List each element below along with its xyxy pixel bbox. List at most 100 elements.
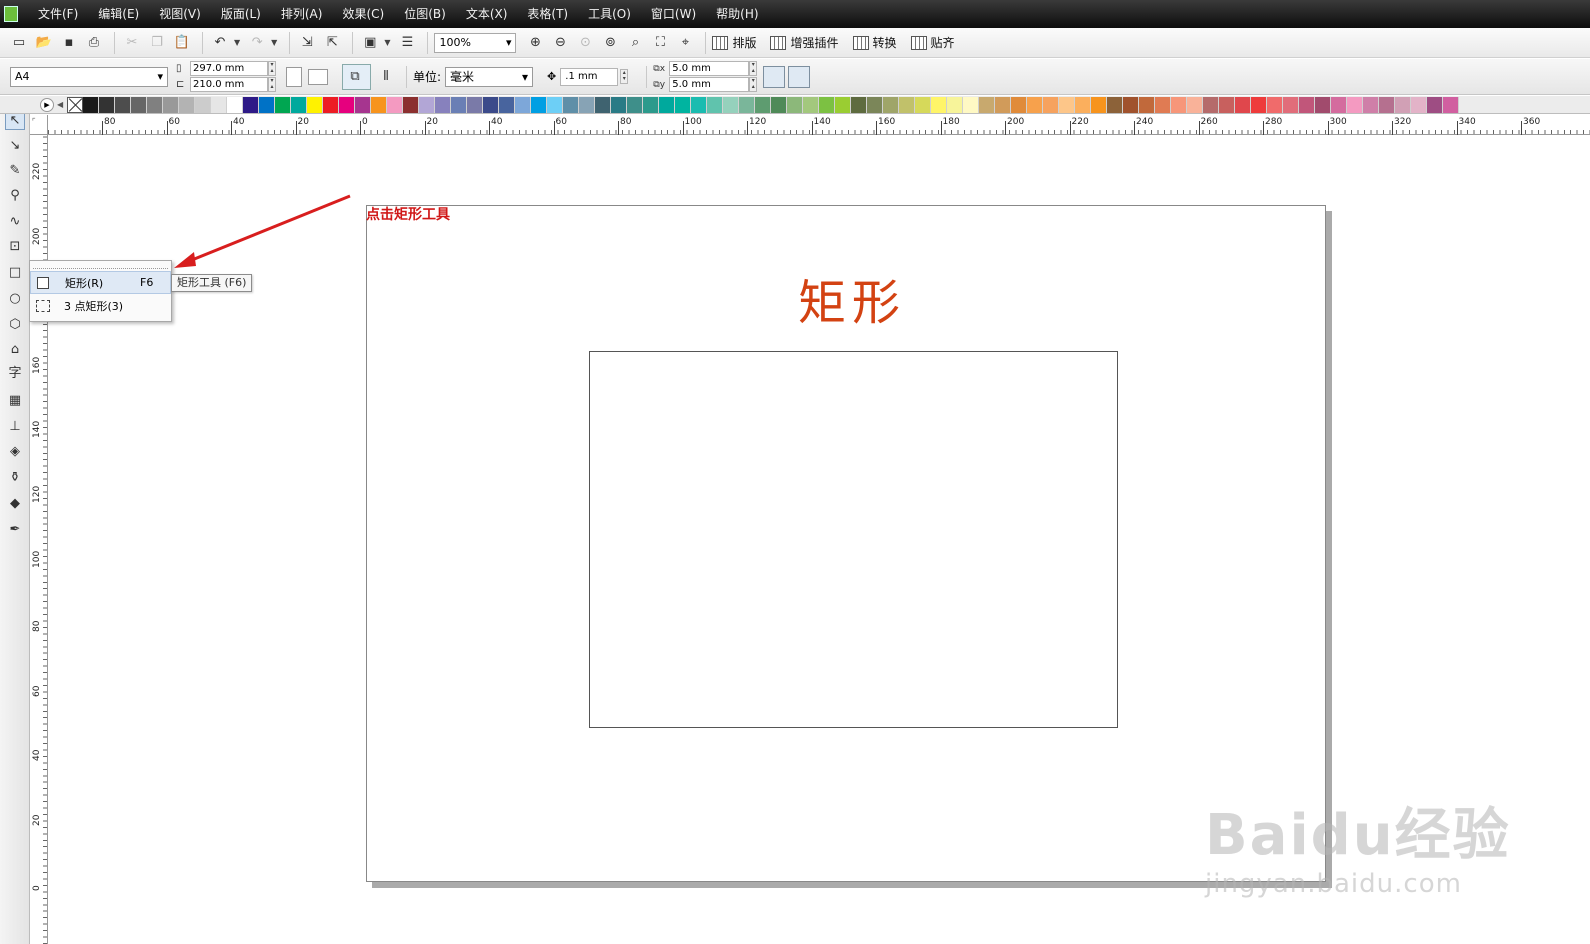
zoom-all-objects-icon[interactable]: ⊚ — [599, 32, 621, 54]
color-swatch[interactable] — [339, 96, 356, 113]
text-tool-icon[interactable]: 字 — [5, 364, 25, 384]
rectangle-object[interactable] — [589, 351, 1118, 728]
menu-view[interactable]: 视图(V) — [149, 0, 211, 28]
height-spinner[interactable]: ▾ ▴ — [268, 77, 276, 92]
color-swatch[interactable] — [1379, 96, 1396, 113]
color-swatch[interactable] — [483, 96, 500, 113]
flyout-item-3-point-rectangle[interactable]: 3 点矩形(3) — [30, 294, 171, 317]
color-swatch[interactable] — [803, 96, 820, 113]
ellipse-tool-icon[interactable]: ○ — [5, 289, 25, 309]
color-swatch[interactable] — [675, 96, 692, 113]
launcher-dropdown-icon[interactable]: ▼ — [384, 38, 390, 47]
menu-table[interactable]: 表格(T) — [517, 0, 578, 28]
color-swatch[interactable] — [707, 96, 724, 113]
color-swatch[interactable] — [627, 96, 644, 113]
import-icon[interactable]: ⇲ — [296, 32, 318, 54]
color-swatch[interactable] — [307, 96, 324, 113]
snap-button[interactable]: 贴齐 — [910, 34, 955, 51]
color-swatch[interactable] — [1027, 96, 1044, 113]
layout-button[interactable]: 排版 — [712, 34, 756, 51]
horizontal-ruler[interactable]: 80 60 40 20 0 20 40 60 80 100 120 140 160 180 200 220 24… — [48, 115, 1590, 135]
color-swatch[interactable] — [147, 96, 164, 113]
color-swatch[interactable] — [99, 96, 116, 113]
open-folder-icon[interactable]: 📂 — [33, 32, 55, 54]
color-swatch[interactable] — [1315, 96, 1332, 113]
redo-icon[interactable]: ↷ — [246, 32, 268, 54]
copy-icon[interactable]: ❐ — [146, 32, 168, 54]
menu-layout[interactable]: 版面(L) — [211, 0, 271, 28]
all-pages-button[interactable]: ⧉ — [342, 63, 371, 90]
page-width-field[interactable]: 297.0 mm — [190, 61, 268, 76]
color-swatch[interactable] — [419, 96, 436, 113]
welcome-screen-icon[interactable]: ☰ — [396, 32, 418, 54]
color-swatch[interactable] — [899, 96, 916, 113]
flyout-grip[interactable] — [33, 263, 168, 269]
color-swatch[interactable] — [1331, 96, 1348, 113]
print-icon[interactable]: ⎙ — [83, 32, 105, 54]
color-swatch[interactable] — [275, 96, 292, 113]
redo-dropdown-icon[interactable]: ▼ — [271, 38, 277, 47]
zoom-tool-icon[interactable]: ⚲ — [5, 186, 25, 206]
smart-fill-tool-icon[interactable]: ⊡ — [5, 237, 25, 257]
color-swatch[interactable] — [1011, 96, 1028, 113]
color-swatch[interactable] — [371, 96, 388, 113]
color-swatch[interactable] — [643, 96, 660, 113]
color-swatch[interactable] — [515, 96, 532, 113]
palette-scroll-left-icon[interactable]: ◀ — [57, 100, 63, 109]
rectangle-tool-icon[interactable]: □ — [5, 263, 25, 283]
menu-help[interactable]: 帮助(H) — [706, 0, 768, 28]
color-swatch[interactable] — [691, 96, 708, 113]
menu-edit[interactable]: 编辑(E) — [88, 0, 149, 28]
vertical-ruler[interactable]: 220200180160140120100806040200 — [30, 135, 48, 944]
color-swatch[interactable] — [1251, 96, 1268, 113]
crop-tool-icon[interactable]: ✎ — [5, 161, 25, 181]
color-swatch[interactable] — [1171, 96, 1188, 113]
menu-effects[interactable]: 效果(C) — [332, 0, 394, 28]
color-swatch[interactable] — [115, 96, 132, 113]
menu-arrange[interactable]: 排列(A) — [271, 0, 333, 28]
color-swatch[interactable] — [1059, 96, 1076, 113]
color-swatch[interactable] — [963, 96, 980, 113]
new-document-icon[interactable]: ▭ — [8, 32, 30, 54]
color-swatch[interactable] — [787, 96, 804, 113]
draw-object-bounds-button[interactable] — [788, 65, 811, 88]
current-page-icon[interactable]: ⫴ — [375, 66, 397, 88]
color-swatch[interactable] — [131, 96, 148, 113]
color-swatch[interactable] — [1443, 96, 1460, 113]
convert-button[interactable]: 转换 — [852, 34, 897, 51]
color-swatch[interactable] — [1107, 96, 1124, 113]
color-swatch[interactable] — [467, 96, 484, 113]
nudge-spinner[interactable]: ▴ ▾ — [620, 69, 629, 84]
color-swatch[interactable] — [995, 96, 1012, 113]
dup-y-spinner[interactable]: ▾ ▴ — [749, 77, 758, 92]
page-heading-text[interactable]: 矩形 — [798, 263, 906, 333]
color-swatch[interactable] — [547, 96, 564, 113]
landscape-icon[interactable] — [308, 68, 328, 85]
portrait-icon[interactable] — [286, 66, 302, 87]
color-swatch[interactable] — [1203, 96, 1220, 113]
color-swatch[interactable] — [403, 96, 420, 113]
color-swatch[interactable] — [1299, 96, 1316, 113]
color-swatch[interactable] — [611, 96, 628, 113]
color-swatch[interactable] — [771, 96, 788, 113]
color-swatch[interactable] — [163, 96, 180, 113]
color-swatch[interactable] — [1267, 96, 1284, 113]
color-swatch[interactable] — [1123, 96, 1140, 113]
color-swatch[interactable] — [835, 96, 852, 113]
color-swatch[interactable] — [979, 96, 996, 113]
menu-file[interactable]: 文件(F) — [28, 0, 88, 28]
color-swatch[interactable] — [323, 96, 340, 113]
menu-text[interactable]: 文本(X) — [456, 0, 518, 28]
color-swatch[interactable] — [531, 96, 548, 113]
color-swatch[interactable] — [851, 96, 868, 113]
zoom-selected-icon[interactable]: ⊙ — [574, 32, 596, 54]
color-swatch[interactable] — [1075, 96, 1092, 113]
color-swatch[interactable] — [915, 96, 932, 113]
save-icon[interactable]: ▪ — [58, 32, 80, 54]
cut-icon[interactable]: ✂ — [121, 32, 143, 54]
color-swatch[interactable] — [291, 96, 308, 113]
color-swatch[interactable] — [563, 96, 580, 113]
color-swatch[interactable] — [1139, 96, 1156, 113]
width-spinner[interactable]: ▾ ▴ — [268, 61, 276, 76]
polygon-tool-icon[interactable]: ⬡ — [5, 315, 25, 335]
